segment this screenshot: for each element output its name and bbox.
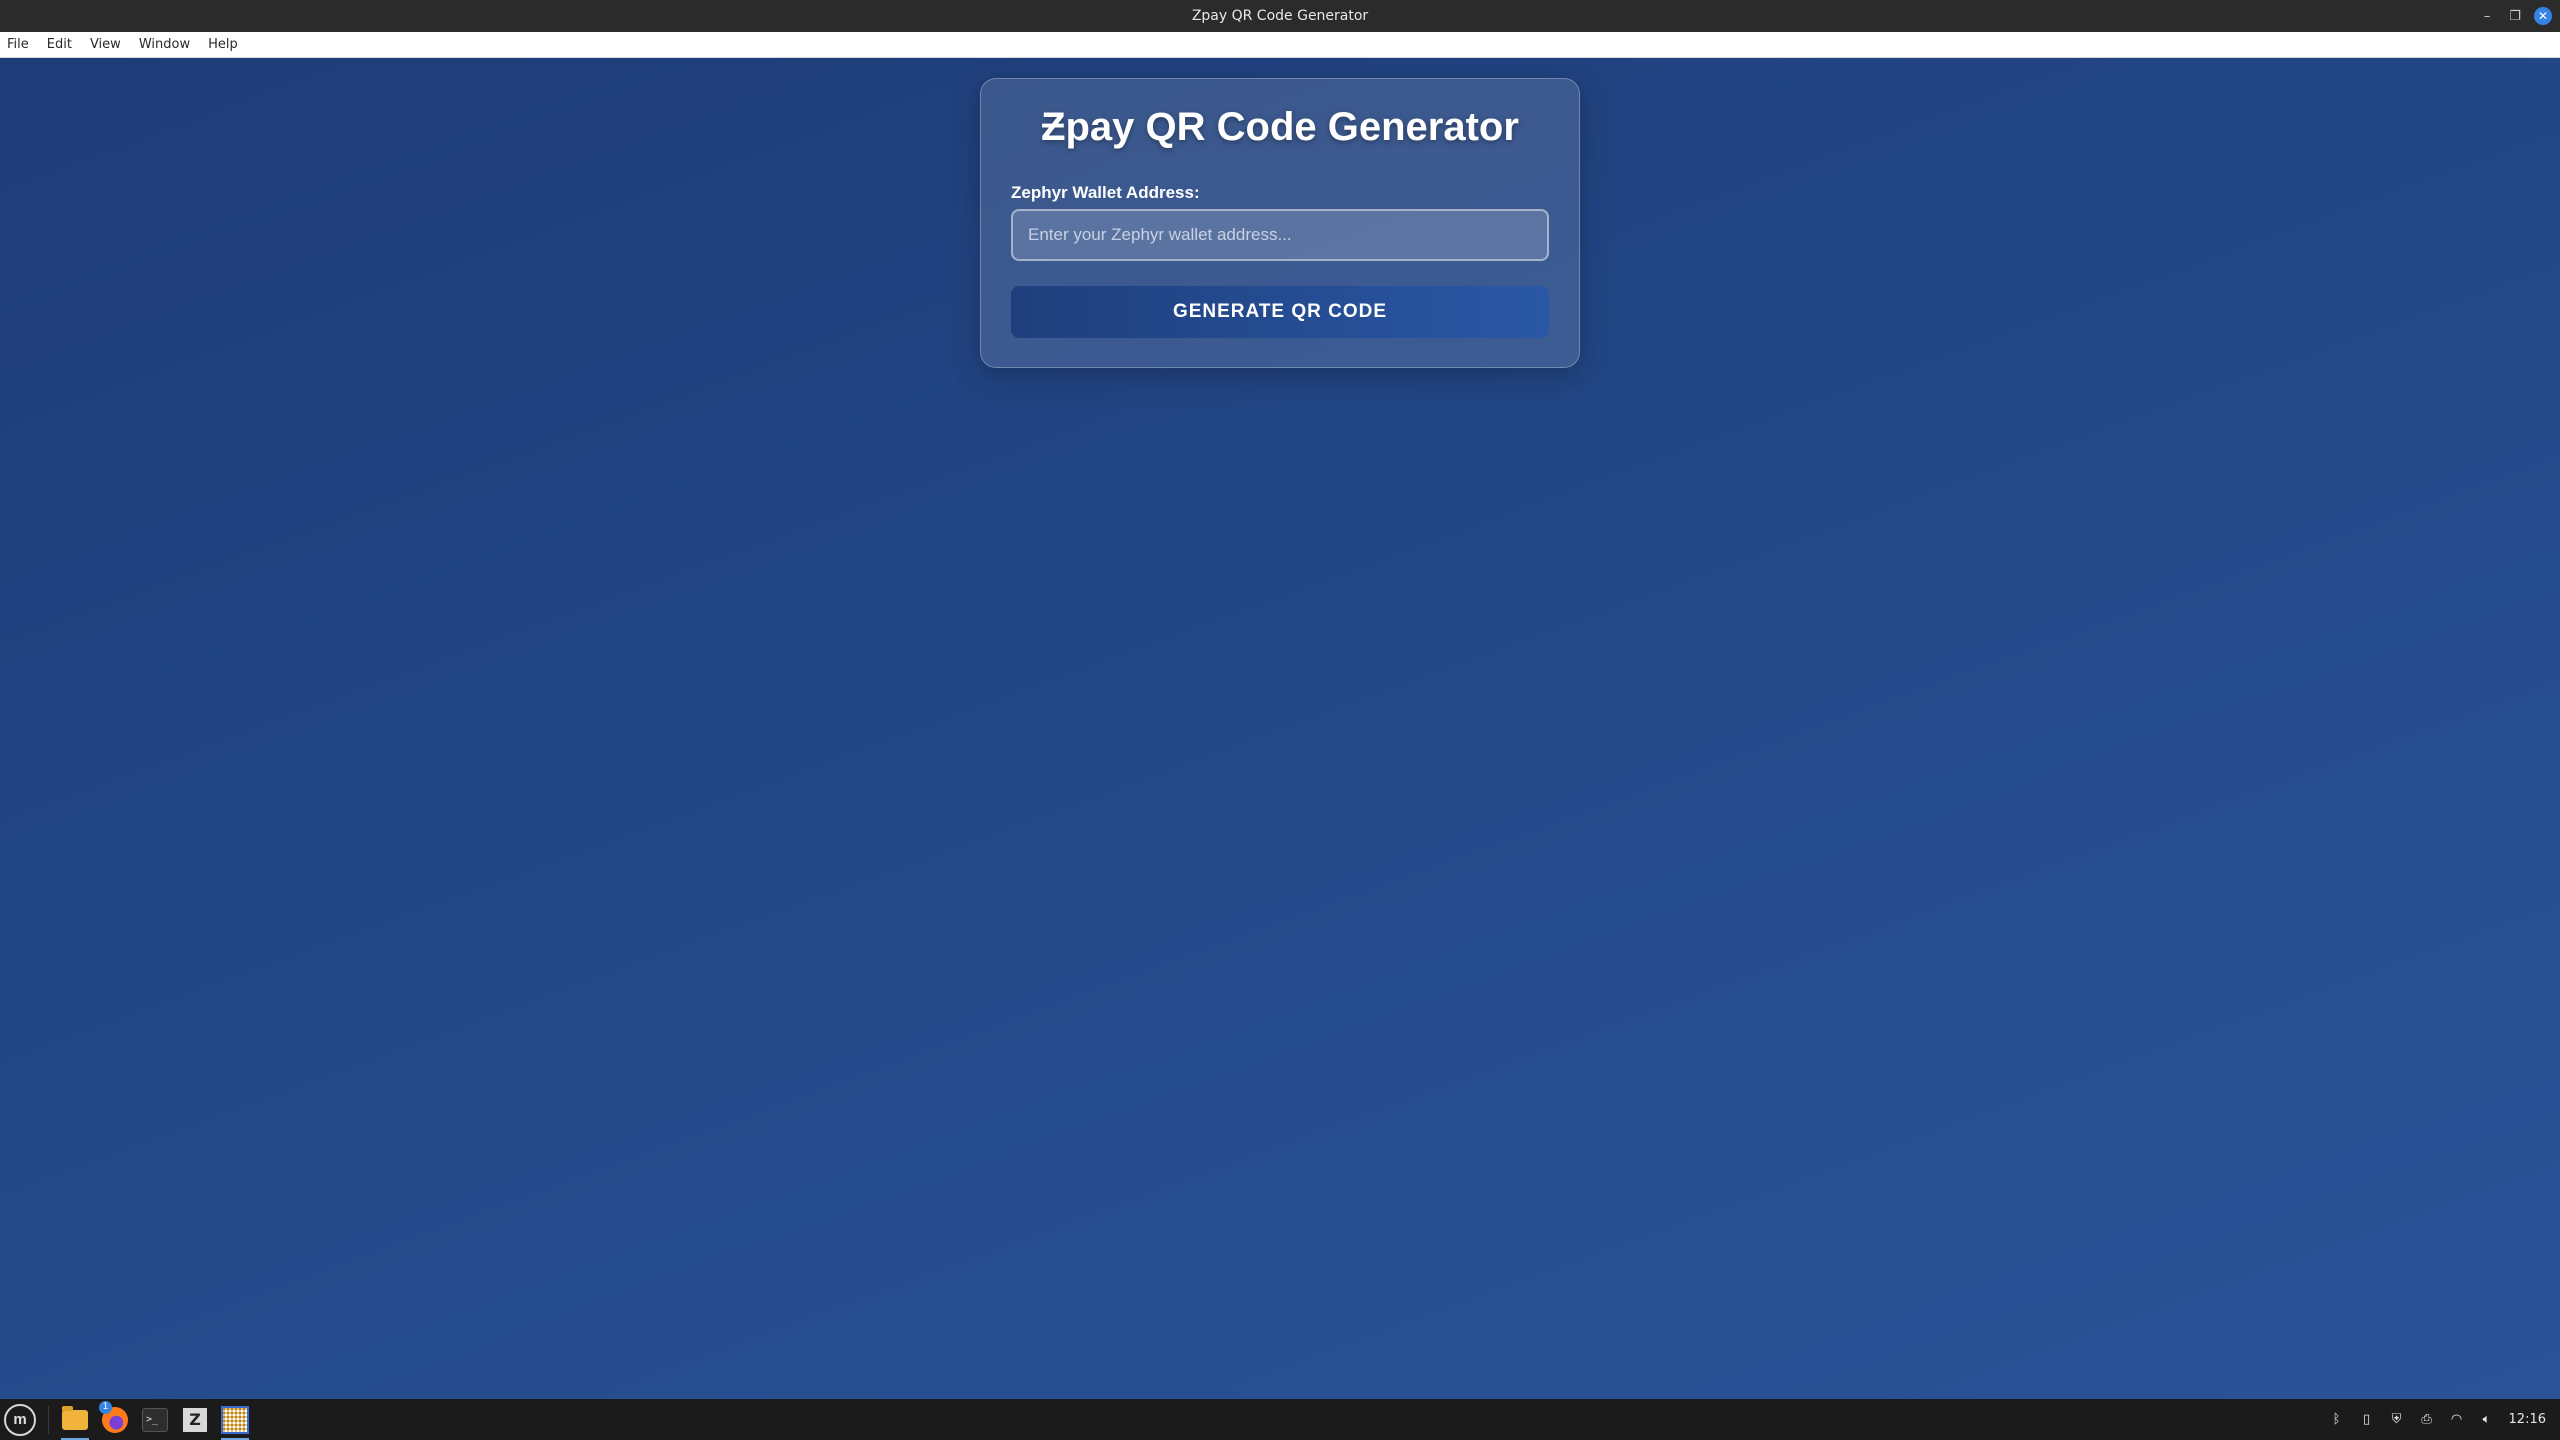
menu-view[interactable]: View xyxy=(81,32,130,58)
qr-generator-icon[interactable] xyxy=(219,1404,251,1440)
app-content: Ƶpay QR Code Generator Zephyr Wallet Add… xyxy=(0,58,2560,1399)
clipboard-icon[interactable]: ▯ xyxy=(2359,1412,2375,1428)
menu-bar: File Edit View Window Help xyxy=(0,32,2560,58)
notification-badge: 1 xyxy=(99,1400,112,1414)
firefox-icon[interactable]: 1 xyxy=(99,1400,131,1436)
menu-help[interactable]: Help xyxy=(199,32,247,58)
bluetooth-icon[interactable]: ᛒ xyxy=(2329,1412,2345,1428)
menu-window[interactable]: Window xyxy=(130,32,199,58)
page-title: Ƶpay QR Code Generator xyxy=(1041,105,1519,149)
shield-icon[interactable]: ⛨ xyxy=(2389,1412,2405,1428)
taskbar: m 1 >_ Z ᛒ ▯ ⛨ ⎙ ◠ 🔈︎ 12:16 xyxy=(0,1399,2560,1440)
wallet-address-input[interactable] xyxy=(1011,209,1549,261)
file-manager-icon[interactable] xyxy=(59,1404,91,1440)
taskbar-separator xyxy=(48,1405,49,1434)
generate-qr-button[interactable]: GENERATE QR CODE xyxy=(1011,286,1549,338)
maximize-button[interactable]: ❐ xyxy=(2506,7,2524,25)
wifi-icon[interactable]: ◠ xyxy=(2449,1412,2465,1428)
window-controls: – ❐ ✕ xyxy=(2478,0,2552,32)
terminal-prompt: >_ xyxy=(142,1407,168,1432)
zed-glyph: Z xyxy=(183,1407,207,1432)
zed-editor-icon[interactable]: Z xyxy=(179,1404,211,1436)
window-title: Zpay QR Code Generator xyxy=(1191,8,1369,24)
linux-mint-menu-icon[interactable]: m xyxy=(4,1403,36,1436)
menu-edit[interactable]: Edit xyxy=(38,32,81,58)
volume-icon[interactable]: 🔈︎ xyxy=(2479,1412,2495,1428)
terminal-icon[interactable]: >_ xyxy=(139,1404,171,1436)
clock[interactable]: 12:16 xyxy=(2509,1412,2546,1427)
folder-shape xyxy=(62,1405,88,1430)
wallet-address-label: Zephyr Wallet Address: xyxy=(1011,183,1200,202)
close-button[interactable]: ✕ xyxy=(2534,7,2552,25)
window-titlebar: Zpay QR Code Generator – ❐ ✕ xyxy=(0,0,2560,32)
menu-file[interactable]: File xyxy=(0,32,38,58)
system-tray: ᛒ ▯ ⛨ ⎙ ◠ 🔈︎ 12:16 xyxy=(2329,1412,2560,1428)
minimize-button[interactable]: – xyxy=(2478,7,2496,25)
printer-icon[interactable]: ⎙ xyxy=(2419,1412,2435,1428)
generator-card: Ƶpay QR Code Generator Zephyr Wallet Add… xyxy=(980,78,1580,368)
qr-glyph xyxy=(221,1405,249,1434)
